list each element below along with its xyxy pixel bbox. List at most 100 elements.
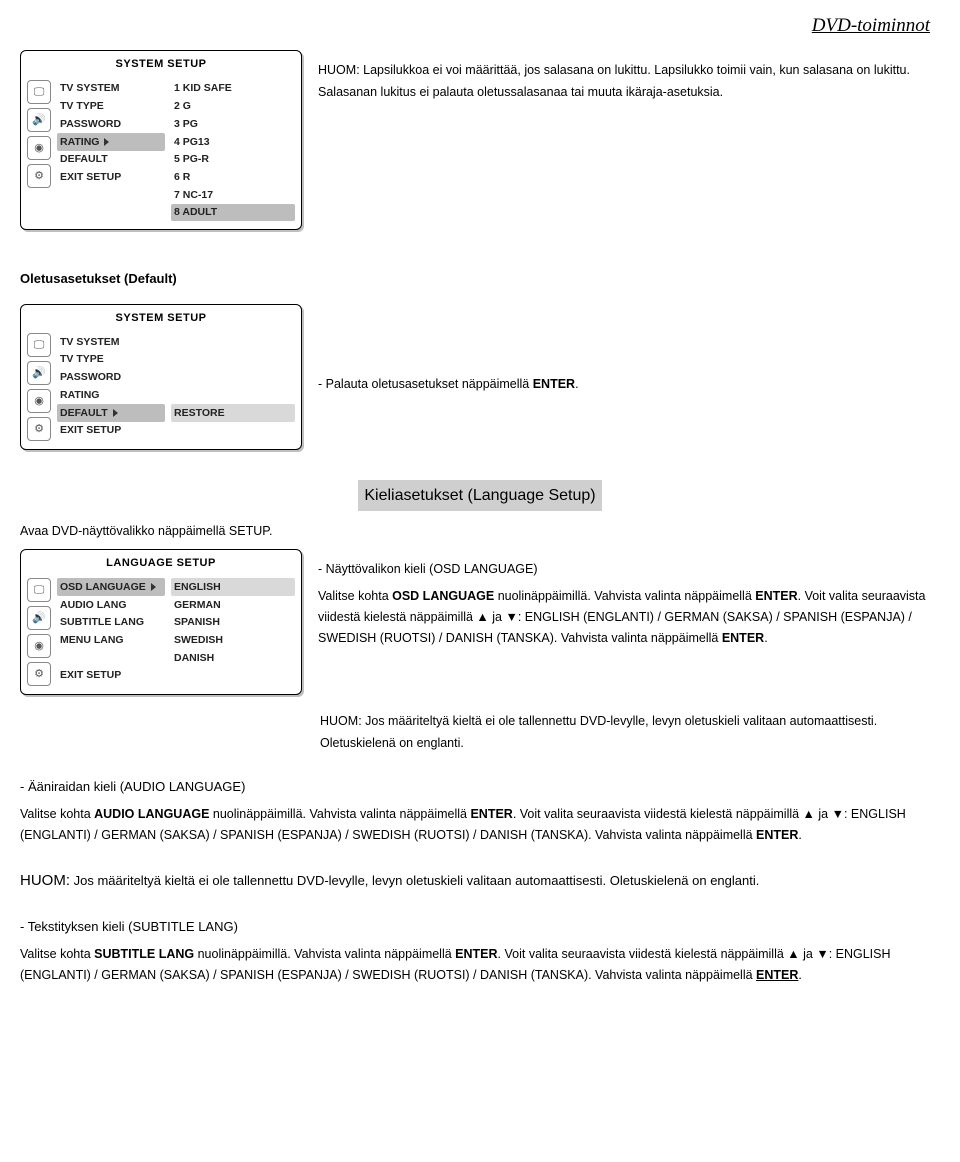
osd-lang-subheading: - Näyttövalikon kieli (OSD LANGUAGE): [318, 559, 940, 580]
restore-text: - Palauta oletusasetukset näppäimellä: [318, 377, 533, 391]
menu-item: EXIT SETUP: [57, 667, 165, 685]
row-default: SYSTEM SETUP 🖵 🔊 ◉ ⚙ TV SYSTEM TV TYPE P…: [20, 304, 940, 467]
speaker-icon: 🔊: [27, 606, 51, 630]
bold-term: SUBTITLE LANG: [94, 947, 194, 961]
osd-tab-icons: 🖵 🔊 ◉ ⚙: [27, 578, 53, 686]
row-rating: SYSTEM SETUP 🖵 🔊 ◉ ⚙ TV SYSTEM TV TYPE P…: [20, 50, 940, 246]
huom-text: Jos määriteltyä kieltä ei ole tallennett…: [70, 873, 759, 888]
osd-language-setup: LANGUAGE SETUP 🖵 🔊 ◉ ⚙ OSD LANGUAGE AUDI…: [20, 549, 302, 696]
submenu-item-selected: ENGLISH: [171, 578, 295, 596]
menu-item-selected: RATING: [57, 133, 165, 151]
tools-icon: ⚙: [27, 164, 51, 188]
restore-paragraph: - Palauta oletusasetukset näppäimellä EN…: [318, 374, 940, 395]
osd-title: SYSTEM SETUP: [21, 51, 301, 76]
osd-title: LANGUAGE SETUP: [21, 550, 301, 575]
menu-item: TV SYSTEM: [57, 80, 165, 98]
enter-key: ENTER: [533, 377, 575, 391]
text: nuolinäppäimillä. Vahvista valinta näppä…: [209, 807, 470, 821]
osd-language-text: - Näyttövalikon kieli (OSD LANGUAGE) Val…: [318, 549, 940, 656]
osd-submenu-col: ENGLISH GERMAN SPANISH SWEDISH DANISH: [171, 578, 295, 686]
submenu-empty: [171, 386, 295, 404]
text: Valitse kohta: [20, 807, 94, 821]
text: .: [798, 968, 801, 982]
submenu-item-selected: 8 ADULT: [171, 204, 295, 222]
osd-menu-col: OSD LANGUAGE AUDIO LANG SUBTITLE LANG ME…: [57, 578, 165, 686]
subtitle-lang-heading: - Tekstityksen kieli (SUBTITLE LANG): [20, 916, 940, 938]
default-heading: Oletusasetukset (Default): [20, 268, 940, 290]
submenu-item: 2 G: [171, 98, 295, 116]
text: .: [764, 631, 767, 645]
monitor-icon: 🖵: [27, 578, 51, 602]
submenu-item: DANISH: [171, 649, 295, 667]
submenu-item: 3 PG: [171, 115, 295, 133]
menu-item: RATING: [57, 386, 165, 404]
disc-icon: ◉: [27, 136, 51, 160]
osd-body: 🖵 🔊 ◉ ⚙ TV SYSTEM TV TYPE PASSWORD RATIN…: [21, 76, 301, 230]
enter-key: ENTER: [756, 828, 798, 842]
osd-title: SYSTEM SETUP: [21, 305, 301, 330]
text: .: [798, 828, 801, 842]
menu-item: EXIT SETUP: [57, 168, 165, 186]
osd-lang-note: HUOM: Jos määriteltyä kieltä ei ole tall…: [320, 711, 940, 754]
submenu-item: RESTORE: [171, 404, 295, 422]
submenu-item: 1 KID SAFE: [171, 80, 295, 98]
menu-item-selected: OSD LANGUAGE: [57, 578, 165, 596]
disc-icon: ◉: [27, 634, 51, 658]
enter-key: ENTER: [470, 807, 512, 821]
intro-text: HUOM: Lapsilukkoa ei voi määrittää, jos …: [318, 50, 940, 109]
osd-tab-icons: 🖵 🔊 ◉ ⚙: [27, 333, 53, 441]
osd-menu-col: TV SYSTEM TV TYPE PASSWORD RATING DEFAUL…: [57, 80, 165, 222]
menu-item-selected: DEFAULT: [57, 404, 165, 422]
osd-lang-paragraph: Valitse kohta OSD LANGUAGE nuolinäppäimi…: [318, 586, 940, 650]
menu-item: SUBTITLE LANG: [57, 614, 165, 632]
osd-submenu-col: 1 KID SAFE 2 G 3 PG 4 PG13 5 PG-R 6 R 7 …: [171, 80, 295, 222]
menu-item: TV TYPE: [57, 98, 165, 116]
osd-body: 🖵 🔊 ◉ ⚙ TV SYSTEM TV TYPE PASSWORD RATIN…: [21, 329, 301, 449]
tools-icon: ⚙: [27, 662, 51, 686]
tools-icon: ⚙: [27, 417, 51, 441]
submenu-item: 6 R: [171, 168, 295, 186]
huom-paragraph: HUOM: Jos määriteltyä kieltä ei ole tall…: [20, 868, 940, 894]
submenu-empty: [171, 422, 295, 440]
submenu-empty: [171, 333, 295, 351]
menu-item: PASSWORD: [57, 115, 165, 133]
menu-item-label: RATING: [60, 136, 99, 148]
osd-system-setup-default: SYSTEM SETUP 🖵 🔊 ◉ ⚙ TV SYSTEM TV TYPE P…: [20, 304, 302, 451]
subtitle-lang-paragraph: Valitse kohta SUBTITLE LANG nuolinäppäim…: [20, 944, 940, 987]
speaker-icon: 🔊: [27, 108, 51, 132]
submenu-item: 7 NC-17: [171, 186, 295, 204]
chevron-right-icon: [113, 409, 118, 417]
menu-item: EXIT SETUP: [57, 422, 165, 440]
submenu-empty: [171, 351, 295, 369]
disc-icon: ◉: [27, 389, 51, 413]
submenu-item: [171, 667, 295, 685]
submenu-item: GERMAN: [171, 596, 295, 614]
bold-term: AUDIO LANGUAGE: [94, 807, 209, 821]
monitor-icon: 🖵: [27, 333, 51, 357]
menu-item: PASSWORD: [57, 369, 165, 387]
lang-heading-row: Kieliasetukset (Language Setup): [20, 466, 940, 521]
enter-key: ENTER: [722, 631, 764, 645]
intro-paragraph: HUOM: Lapsilukkoa ei voi määrittää, jos …: [318, 60, 940, 103]
menu-item: TV TYPE: [57, 351, 165, 369]
chevron-right-icon: [104, 138, 109, 146]
lang-setup-heading: Kieliasetukset (Language Setup): [358, 480, 601, 511]
text: nuolinäppäimillä. Vahvista valinta näppä…: [494, 589, 755, 603]
submenu-item: SWEDISH: [171, 631, 295, 649]
osd-body: 🖵 🔊 ◉ ⚙ OSD LANGUAGE AUDIO LANG SUBTITLE…: [21, 574, 301, 694]
bold-term: OSD LANGUAGE: [392, 589, 494, 603]
osd-system-setup-rating: SYSTEM SETUP 🖵 🔊 ◉ ⚙ TV SYSTEM TV TYPE P…: [20, 50, 302, 230]
osd-tab-icons: 🖵 🔊 ◉ ⚙: [27, 80, 53, 222]
page-header-title: DVD-toiminnot: [20, 10, 930, 42]
menu-item-label: DEFAULT: [60, 407, 108, 419]
submenu-item: 4 PG13: [171, 133, 295, 151]
text: Valitse kohta: [20, 947, 94, 961]
osd-submenu-col: RESTORE: [171, 333, 295, 441]
menu-item: TV SYSTEM: [57, 333, 165, 351]
text: nuolinäppäimillä. Vahvista valinta näppä…: [194, 947, 455, 961]
page: DVD-toiminnot SYSTEM SETUP 🖵 🔊 ◉ ⚙ TV SY…: [0, 10, 960, 1033]
speaker-icon: 🔊: [27, 361, 51, 385]
default-text: - Palauta oletusasetukset näppäimellä EN…: [318, 304, 940, 401]
submenu-empty: [171, 369, 295, 387]
open-setup-text: Avaa DVD-näyttövalikko näppäimellä SETUP…: [20, 521, 940, 542]
